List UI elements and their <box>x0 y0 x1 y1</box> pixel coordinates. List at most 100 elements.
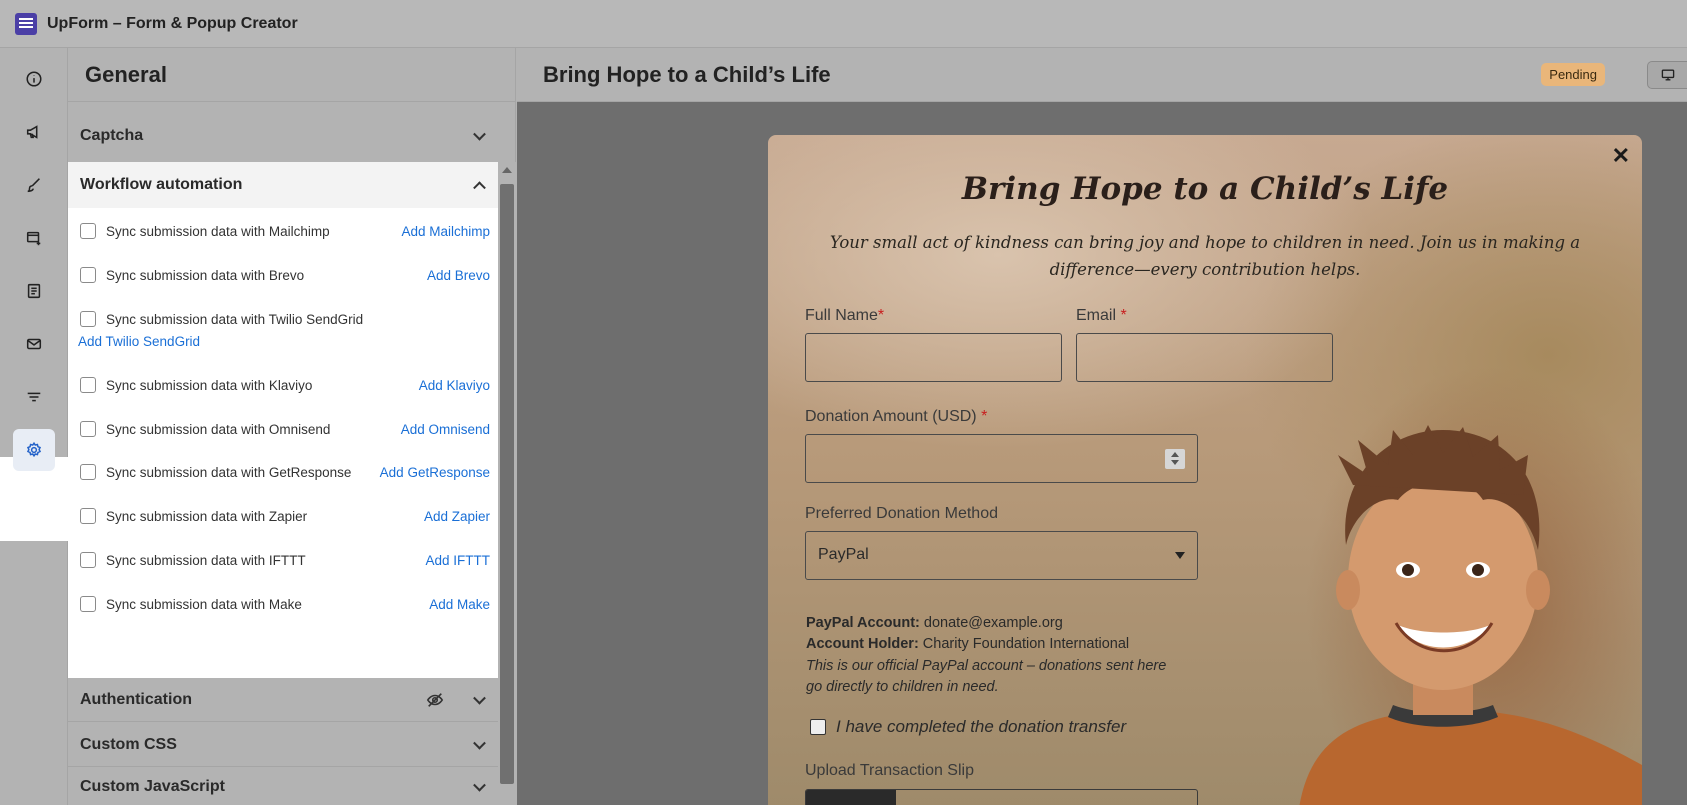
workflow-item-label: Sync submission data with Zapier <box>106 508 308 524</box>
workflow-automation-section: Workflow automation Sync submission data… <box>68 162 498 678</box>
full-name-input[interactable] <box>805 333 1062 382</box>
status-badge: Pending <box>1541 63 1605 86</box>
make-checkbox[interactable] <box>80 596 96 612</box>
paypal-note: This is our official PayPal account – do… <box>806 658 1167 695</box>
custom-js-section-label: Custom JavaScript <box>80 777 225 795</box>
scroll-up-arrow-icon[interactable] <box>502 167 512 173</box>
chevron-up-icon <box>473 181 486 195</box>
choose-file-button[interactable] <box>806 790 896 805</box>
zapier-checkbox[interactable] <box>80 508 96 524</box>
app-titlebar: UpForm – Form & Popup Creator <box>0 0 1687 48</box>
donation-method-value: PayPal <box>818 546 869 563</box>
preview-title: Bring Hope to a Child’s Life <box>543 61 831 87</box>
authentication-section-label: Authentication <box>80 690 192 708</box>
panel-title: General <box>85 61 167 87</box>
scroll-thumb[interactable] <box>500 184 514 784</box>
number-stepper-icon[interactable] <box>1165 449 1185 469</box>
info-icon[interactable] <box>13 58 55 100</box>
workflow-item-brevo: Sync submission data with Brevo Add Brev… <box>80 264 490 286</box>
donation-method-label: Preferred Donation Method <box>805 505 998 522</box>
app-title: UpForm – Form & Popup Creator <box>47 14 298 32</box>
workflow-item-label: Sync submission data with Mailchimp <box>106 223 330 239</box>
close-icon[interactable]: ✕ <box>1612 143 1630 169</box>
donation-amount-input[interactable] <box>805 434 1198 483</box>
workflow-item-sendgrid: Sync submission data with Twilio SendGri… <box>80 308 490 330</box>
workflow-item-getresponse: Sync submission data with GetResponse Ad… <box>80 461 490 483</box>
gear-icon[interactable] <box>13 429 55 471</box>
add-klaviyo-link[interactable]: Add Klaviyo <box>419 378 490 393</box>
add-ifttt-link[interactable]: Add IFTTT <box>425 553 490 568</box>
sendgrid-checkbox[interactable] <box>80 311 96 327</box>
workflow-item-label: Sync submission data with IFTTT <box>106 552 306 568</box>
account-holder-line: Account Holder: Charity Foundation Inter… <box>806 636 1130 652</box>
popup-subheading: Your small act of kindness can bring joy… <box>829 233 1581 279</box>
transfer-complete-checkbox[interactable] <box>810 719 826 735</box>
add-sendgrid-link[interactable]: Add Twilio SendGrid <box>78 334 200 349</box>
omnisend-checkbox[interactable] <box>80 421 96 437</box>
full-name-label: Full Name* <box>805 307 885 324</box>
workflow-section-label: Workflow automation <box>80 176 243 193</box>
mailchimp-checkbox[interactable] <box>80 223 96 239</box>
email-label: Email * <box>1076 307 1127 324</box>
settings-panel: General Captcha Workflow automation Sync… <box>68 48 516 805</box>
brevo-checkbox[interactable] <box>80 267 96 283</box>
receipt-icon[interactable] <box>13 270 55 312</box>
chevron-down-icon <box>473 778 486 792</box>
chevron-down-icon <box>473 127 486 141</box>
email-input[interactable] <box>1076 333 1333 382</box>
donation-amount-label: Donation Amount (USD) * <box>805 408 988 425</box>
getresponse-checkbox[interactable] <box>80 464 96 480</box>
add-mailchimp-link[interactable]: Add Mailchimp <box>401 224 490 239</box>
donation-method-select[interactable]: PayPal <box>805 531 1198 580</box>
filter-icon[interactable] <box>13 376 55 418</box>
megaphone-icon[interactable] <box>13 111 55 153</box>
ifttt-checkbox[interactable] <box>80 552 96 568</box>
workflow-item-label: Sync submission data with GetResponse <box>106 464 352 480</box>
workflow-item-omnisend: Sync submission data with Omnisend Add O… <box>80 418 490 440</box>
workflow-item-mailchimp: Sync submission data with Mailchimp Add … <box>80 220 490 242</box>
panel-header: General <box>68 48 515 102</box>
workflow-item-klaviyo: Sync submission data with Klaviyo Add Kl… <box>80 374 490 396</box>
upload-slip-label: Upload Transaction Slip <box>805 762 974 779</box>
workflow-section-header[interactable]: Workflow automation <box>68 162 498 208</box>
eye-off-icon[interactable] <box>426 691 444 709</box>
workflow-item-zapier: Sync submission data with Zapier Add Zap… <box>80 505 490 527</box>
preview-header: Bring Hope to a Child’s Life Pending <box>517 48 1687 102</box>
desktop-view-button[interactable] <box>1647 61 1687 89</box>
workflow-item-ifttt: Sync submission data with IFTTT Add IFTT… <box>80 549 490 571</box>
upload-slip-input[interactable] <box>805 789 1198 805</box>
chevron-down-icon <box>473 736 486 750</box>
popup-heading: Bring Hope to a Child’s Life <box>961 171 1449 207</box>
custom-css-section-label: Custom CSS <box>80 735 177 753</box>
workflow-item-label: Sync submission data with Make <box>106 596 302 612</box>
add-zapier-link[interactable]: Add Zapier <box>424 509 490 524</box>
add-getresponse-link[interactable]: Add GetResponse <box>380 465 490 480</box>
preview-area: Bring Hope to a Child’s Life Pending ✕ B… <box>517 48 1687 805</box>
klaviyo-checkbox[interactable] <box>80 377 96 393</box>
workflow-item-label: Sync submission data with Klaviyo <box>106 377 313 393</box>
authentication-section-header[interactable]: Authentication <box>68 678 498 722</box>
captcha-section-header[interactable]: Captcha <box>68 114 498 158</box>
chevron-down-icon <box>473 691 486 705</box>
add-brevo-link[interactable]: Add Brevo <box>427 268 490 283</box>
brush-icon[interactable] <box>13 164 55 206</box>
custom-js-section-header[interactable]: Custom JavaScript <box>68 768 498 805</box>
paypal-account-line: PayPal Account: donate@example.org <box>806 615 1063 631</box>
workflow-item-make: Sync submission data with Make Add Make <box>80 593 490 615</box>
add-make-link[interactable]: Add Make <box>429 597 490 612</box>
workflow-item-label: Sync submission data with Twilio SendGri… <box>106 311 364 327</box>
transfer-complete-label: I have completed the donation transfer <box>836 717 1127 736</box>
workflow-item-label: Sync submission data with Brevo <box>106 267 305 283</box>
icon-rail <box>0 48 68 805</box>
workflow-item-label: Sync submission data with Omnisend <box>106 421 331 437</box>
custom-css-section-header[interactable]: Custom CSS <box>68 723 498 767</box>
upform-logo-icon <box>15 12 37 35</box>
mail-icon[interactable] <box>13 323 55 365</box>
child-photo <box>1299 425 1642 805</box>
add-omnisend-link[interactable]: Add Omnisend <box>401 422 490 437</box>
form-add-icon[interactable] <box>13 217 55 259</box>
captcha-section-label: Captcha <box>80 127 144 144</box>
panel-scrollbar[interactable] <box>498 162 516 805</box>
caret-down-icon <box>1175 552 1185 559</box>
desktop-icon <box>1661 69 1674 81</box>
